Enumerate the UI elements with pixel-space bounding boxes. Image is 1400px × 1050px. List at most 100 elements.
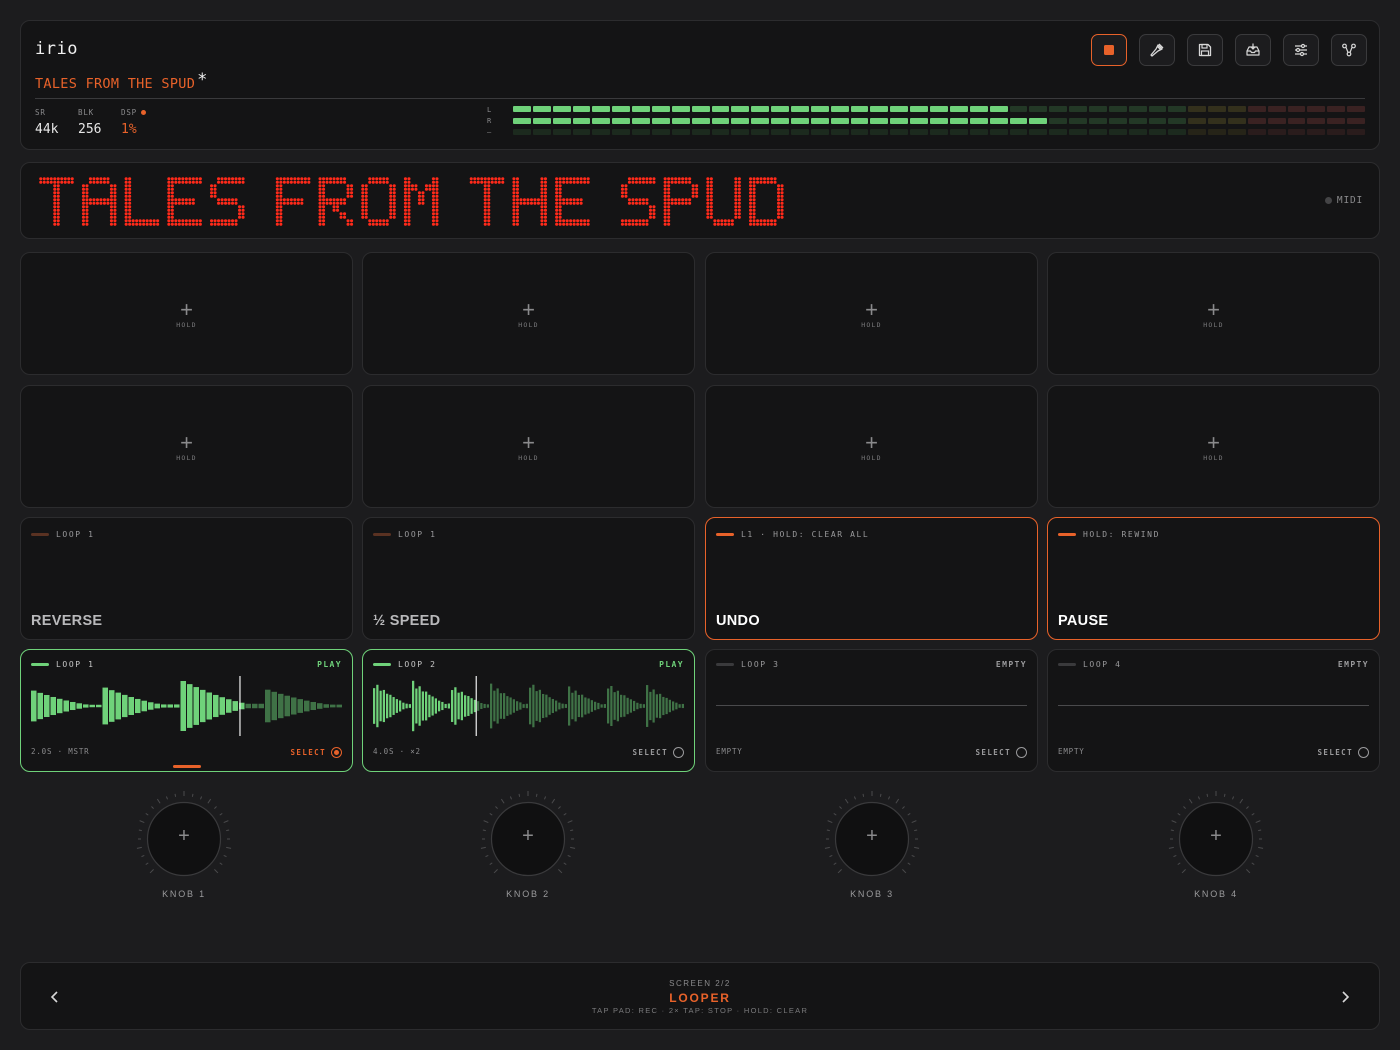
led-dot [56,205,60,209]
led-dot [641,222,645,226]
loop-pad-3[interactable]: LOOP 3 EMPTY EMPTY SELECT [705,649,1038,772]
knob-4[interactable]: + KNOB 4 [1166,786,1266,911]
led-dot [709,194,713,198]
led-dot [382,219,386,223]
empty-pad-8[interactable]: + HOLD [1047,385,1380,508]
empty-pad-7[interactable]: + HOLD [705,385,1038,508]
fx-pad-half-speed[interactable]: LOOP 1 ½ SPEED [362,517,695,640]
led-dot [483,184,487,188]
led-dot [322,194,326,198]
led-dot [543,180,547,184]
led-dot [435,194,439,198]
loop-select-toggle[interactable]: SELECT [976,747,1027,758]
led-dot [124,215,128,219]
save-icon [1198,43,1212,57]
loop-pad-1[interactable]: LOOP 1 PLAY 2.0S · MSTR SELECT [20,649,353,772]
waveform-bar [538,689,541,723]
knob-1[interactable]: + KNOB 1 [134,786,234,911]
knob-2[interactable]: + KNOB 2 [478,786,578,911]
led-dot [227,222,231,226]
led-dot [695,194,699,198]
led-dot [586,177,590,181]
pad-tag: HOLD: REWIND [1083,530,1160,539]
radio-icon [673,747,684,758]
led-dot [128,222,132,226]
led-dot [128,205,132,209]
led-dot [417,194,422,198]
led-dot [667,222,671,226]
waveform-bar [496,688,499,724]
empty-pad-4[interactable]: + HOLD [1047,252,1380,375]
loop-select-toggle[interactable]: SELECT [291,747,342,758]
led-dot [483,208,487,212]
led-dot [663,205,667,209]
empty-pad-5[interactable]: + HOLD [20,385,353,508]
loop-pad-2[interactable]: LOOP 2 PLAY 4.0S · ×2 SELECT [362,649,695,772]
add-icon: + [522,297,535,322]
led-dot [435,191,439,195]
empty-pad-1[interactable]: + HOLD [20,252,353,375]
led-dot [555,187,559,191]
fx-pad-reverse[interactable]: LOOP 1 REVERSE [20,517,353,640]
import-button[interactable] [1235,34,1271,66]
led-dot [688,180,692,184]
led-dot [113,184,117,188]
led-dot [727,222,731,226]
led-dot [318,208,322,212]
routing-button[interactable] [1331,34,1367,66]
meter-segment [711,129,730,135]
led-dot [543,198,547,202]
led-dot [282,201,286,205]
led-dot [184,201,188,205]
knob-tick [879,793,882,797]
loop-indicator [31,663,49,666]
empty-pad-6[interactable]: + HOLD [362,385,695,508]
led-dot [378,177,382,181]
led-dot [407,191,411,195]
led-dot [392,205,396,209]
meter-segment [1227,106,1246,112]
mixer-settings-button[interactable] [1283,34,1319,66]
empty-pad-2[interactable]: + HOLD [362,252,695,375]
next-screen-button[interactable] [1333,985,1357,1009]
led-dot [483,177,487,181]
waveform-bar [408,704,411,708]
loop-pad-4[interactable]: LOOP 4 EMPTY EMPTY SELECT [1047,649,1380,772]
led-dot [279,177,283,181]
led-dot [543,208,547,212]
led-dot [667,177,671,181]
led-dot [289,201,293,205]
pad-hold-label: HOLD [518,454,539,462]
knob-3[interactable]: + KNOB 3 [822,786,922,911]
loop-waveform [31,676,342,736]
fx-pad-undo[interactable]: L1 · HOLD: CLEAR ALL UNDO [705,517,1038,640]
stat-sample-rate: SR 44k [35,108,58,137]
led-dot [184,180,188,184]
led-dot [191,198,195,202]
stop-button[interactable] [1091,34,1127,66]
led-dot [385,222,389,226]
led-dot [407,215,411,219]
meter-segment [691,106,710,112]
led-dot [777,205,781,209]
led-dot [512,177,516,181]
tuner-button[interactable] [1139,34,1175,66]
led-dot [737,208,741,212]
led-dot [512,187,516,191]
level-meter-left [513,106,1365,112]
empty-pad-3[interactable]: + HOLD [705,252,1038,375]
project-title[interactable]: TALES FROM THE SPUD * [35,70,208,93]
led-dot [558,198,562,202]
led-dot [39,177,43,181]
save-button[interactable] [1187,34,1223,66]
pad-hold-label: HOLD [861,454,882,462]
led-dot [540,205,544,209]
meter-segment [731,106,750,112]
led-dot [487,208,491,212]
loop-select-toggle[interactable]: SELECT [633,747,684,758]
fx-pad-pause[interactable]: HOLD: REWIND PAUSE [1047,517,1380,640]
loop-select-toggle[interactable]: SELECT [1318,747,1369,758]
add-icon: + [865,297,878,322]
waveform-bar [252,703,258,709]
led-dot [770,177,774,181]
